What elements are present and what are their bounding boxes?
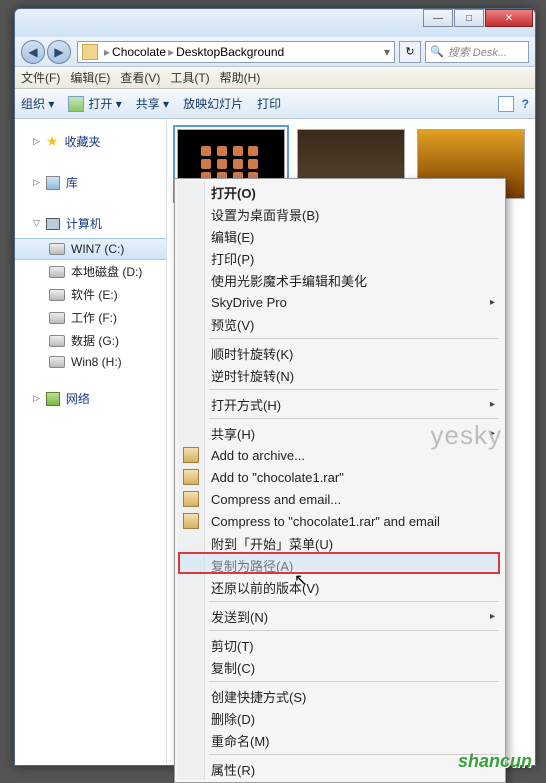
search-placeholder: 搜索 Desk... [448, 44, 507, 60]
computer-icon [46, 218, 60, 230]
cm-create-shortcut[interactable]: 创建快捷方式(S) [177, 685, 503, 707]
drive-h[interactable]: Win8 (H:) [15, 352, 166, 372]
menu-tools[interactable]: 工具(T) [170, 69, 209, 86]
drive-g[interactable]: 数据 (G:) [15, 329, 166, 352]
separator [209, 338, 499, 339]
cm-properties[interactable]: 属性(R) [177, 758, 503, 780]
open-icon [68, 96, 84, 112]
breadcrumb-sep: ▸ [168, 45, 174, 59]
drive-f[interactable]: 工作 (F:) [15, 306, 166, 329]
archive-icon [183, 513, 199, 529]
menu-view[interactable]: 查看(V) [120, 69, 160, 86]
cm-neoimaging[interactable]: 使用光影魔术手编辑和美化 [177, 269, 503, 291]
drive-icon [49, 356, 65, 368]
archive-icon [183, 491, 199, 507]
archive-icon [183, 469, 199, 485]
chevron-right-icon: ▸ [490, 611, 495, 622]
separator [209, 681, 499, 682]
cm-delete[interactable]: 删除(D) [177, 707, 503, 729]
breadcrumb-sep: ▸ [104, 45, 110, 59]
nav-forward-button[interactable]: ▶ [47, 40, 71, 64]
cm-copy-as-path[interactable]: 复制为路径(A) [177, 554, 503, 576]
network-icon [46, 392, 60, 406]
drive-e[interactable]: 软件 (E:) [15, 283, 166, 306]
menu-edit[interactable]: 编辑(E) [70, 69, 110, 86]
context-menu: 打开(O) 设置为桌面背景(B) 编辑(E) 打印(P) 使用光影魔术手编辑和美… [174, 178, 506, 783]
separator [209, 389, 499, 390]
chevron-right-icon: ▸ [490, 399, 495, 410]
breadcrumb-2[interactable]: DesktopBackground [176, 45, 284, 59]
folder-icon [82, 44, 98, 60]
separator [209, 754, 499, 755]
breadcrumb-1[interactable]: Chocolate [112, 45, 166, 59]
menu-help[interactable]: 帮助(H) [220, 69, 261, 86]
cm-rename[interactable]: 重命名(M) [177, 729, 503, 751]
maximize-button[interactable]: □ [454, 9, 484, 27]
cm-restore-versions[interactable]: 还原以前的版本(V) [177, 576, 503, 598]
drive-c[interactable]: WIN7 (C:) [15, 238, 166, 260]
cm-open-with[interactable]: 打开方式(H)▸ [177, 393, 503, 415]
library-icon [46, 176, 60, 190]
archive-icon [183, 447, 199, 463]
menubar: 文件(F) 编辑(E) 查看(V) 工具(T) 帮助(H) [15, 67, 535, 89]
cm-print[interactable]: 打印(P) [177, 247, 503, 269]
close-button[interactable]: ✕ [485, 9, 533, 27]
view-icon[interactable] [498, 96, 514, 112]
sidebar-libraries[interactable]: ▷库 [15, 172, 166, 197]
slideshow-button[interactable]: 放映幻灯片 [183, 95, 243, 112]
cm-cut[interactable]: 剪切(T) [177, 634, 503, 656]
sidebar-favorites[interactable]: ▷★收藏夹 [15, 131, 166, 156]
refresh-button[interactable]: ↻ [399, 41, 421, 63]
help-button[interactable]: ? [522, 97, 529, 111]
command-bar: 组织 ▾ 打开 ▾ 共享 ▾ 放映幻灯片 打印 ? [15, 89, 535, 119]
share-button[interactable]: 共享 ▾ [136, 95, 169, 112]
cm-preview[interactable]: 预览(V) [177, 313, 503, 335]
cm-set-background[interactable]: 设置为桌面背景(B) [177, 203, 503, 225]
open-button[interactable]: 打开 ▾ [68, 95, 121, 112]
menu-file[interactable]: 文件(F) [21, 69, 60, 86]
drive-icon [49, 312, 65, 324]
address-bar[interactable]: ▸ Chocolate ▸ DesktopBackground ▾ [77, 41, 395, 63]
cm-edit[interactable]: 编辑(E) [177, 225, 503, 247]
drive-icon [49, 289, 65, 301]
drive-icon [49, 266, 65, 278]
sidebar-computer[interactable]: ▽计算机 [15, 213, 166, 238]
cm-rotate-ccw[interactable]: 逆时针旋转(N) [177, 364, 503, 386]
search-input[interactable]: 🔍 搜索 Desk... [425, 41, 529, 63]
sidebar-network[interactable]: ▷网络 [15, 388, 166, 413]
cm-rotate-cw[interactable]: 顺时针旋转(K) [177, 342, 503, 364]
print-button[interactable]: 打印 [257, 95, 281, 112]
watermark-shancun: shancun [458, 751, 532, 772]
cm-copy[interactable]: 复制(C) [177, 656, 503, 678]
watermark-yesky: yesky [431, 420, 502, 451]
navbar: ◀ ▶ ▸ Chocolate ▸ DesktopBackground ▾ ↻ … [15, 37, 535, 67]
drive-d[interactable]: 本地磁盘 (D:) [15, 260, 166, 283]
cm-add-rar[interactable]: Add to "chocolate1.rar" [177, 466, 503, 488]
drive-icon [49, 335, 65, 347]
minimize-button[interactable]: — [423, 9, 453, 27]
cursor-icon: ↖ [294, 570, 307, 590]
titlebar[interactable]: — □ ✕ [15, 9, 535, 37]
cm-pin-start[interactable]: 附到「开始」菜单(U) [177, 532, 503, 554]
cm-send-to[interactable]: 发送到(N)▸ [177, 605, 503, 627]
chevron-right-icon: ▸ [490, 297, 495, 308]
star-icon: ★ [46, 133, 59, 150]
separator [209, 630, 499, 631]
search-icon: 🔍 [430, 45, 444, 58]
cm-skydrive[interactable]: SkyDrive Pro▸ [177, 291, 503, 313]
organize-button[interactable]: 组织 ▾ [21, 95, 54, 112]
separator [209, 601, 499, 602]
cm-compress-email[interactable]: Compress and email... [177, 488, 503, 510]
dropdown-icon[interactable]: ▾ [384, 45, 390, 59]
cm-compress-rar-email[interactable]: Compress to "chocolate1.rar" and email [177, 510, 503, 532]
separator [209, 418, 499, 419]
cm-open[interactable]: 打开(O) [177, 181, 503, 203]
nav-back-button[interactable]: ◀ [21, 40, 45, 64]
sidebar: ▷★收藏夹 ▷库 ▽计算机 WIN7 (C:) 本地磁盘 (D:) 软件 (E:… [15, 119, 167, 765]
drive-icon [49, 243, 65, 255]
